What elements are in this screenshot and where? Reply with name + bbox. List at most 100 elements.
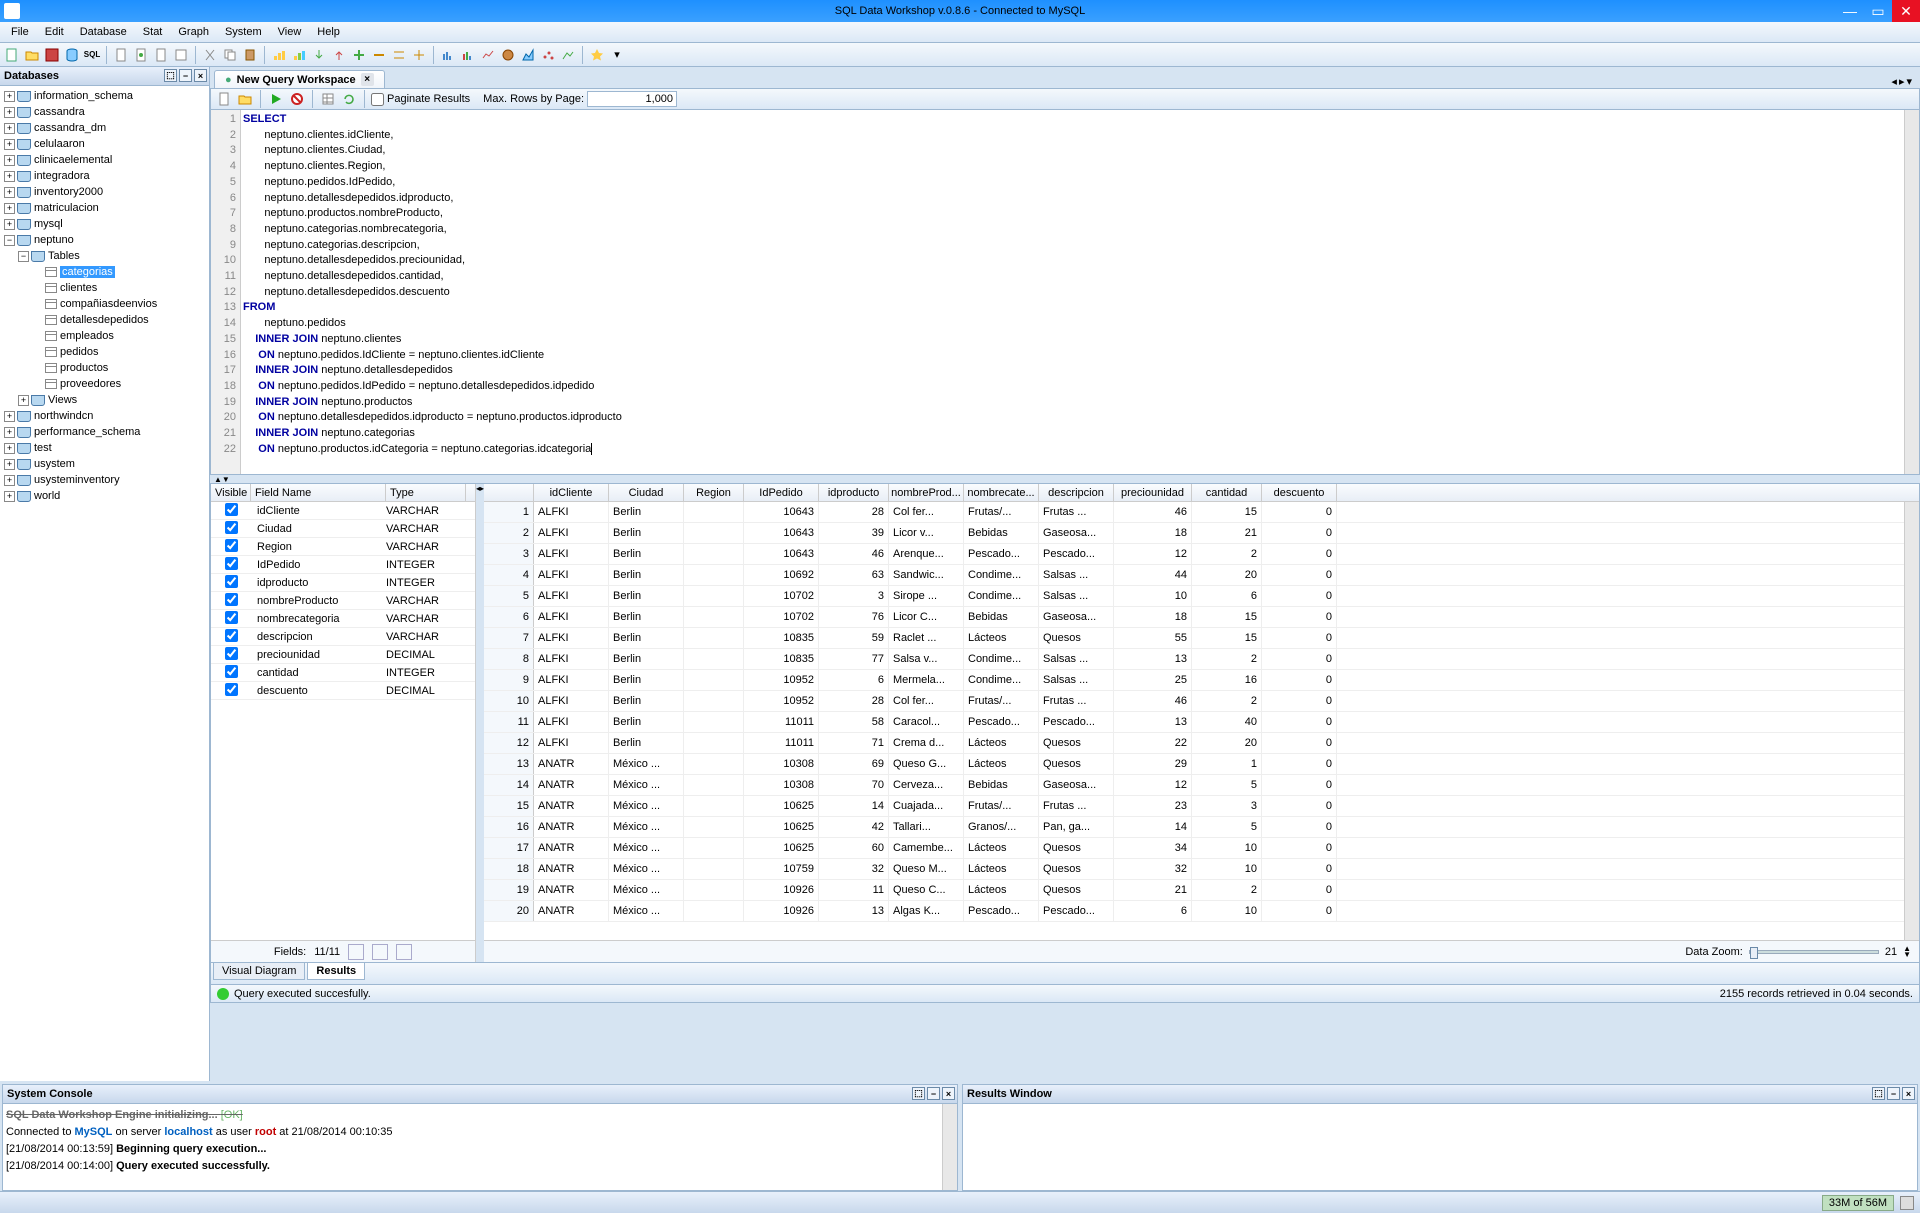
g2-icon[interactable] [459,46,477,64]
grid-col-header[interactable]: IdPedido [744,484,819,501]
vertical-splitter[interactable]: ◂▸ [476,484,484,962]
tab-visual-diagram[interactable]: Visual Diagram [213,963,305,980]
qtb-doc-icon[interactable] [215,90,233,108]
field-row[interactable]: CiudadVARCHAR [211,520,475,538]
field-row[interactable]: IdPedidoINTEGER [211,556,475,574]
fields-rows[interactable]: idClienteVARCHARCiudadVARCHARRegionVARCH… [211,502,475,940]
g1-icon[interactable] [439,46,457,64]
star-icon[interactable] [588,46,606,64]
grid-row[interactable]: 4ALFKIBerlin1069263Sandwic...Condime...S… [484,565,1919,586]
grid-row[interactable]: 13ANATRMéxico ...1030869Queso G...Lácteo… [484,754,1919,775]
s3-icon[interactable] [410,46,428,64]
grid-row[interactable]: 1ALFKIBerlin1064328Col fer...Frutas/...F… [484,502,1919,523]
stop-button[interactable] [288,90,306,108]
sql-editor[interactable]: 12345678910111213141516171819202122 SELE… [210,110,1920,475]
tree-node[interactable]: +usystem [0,456,209,472]
fields-view2-icon[interactable] [372,944,388,960]
grid-row[interactable]: 20ANATRMéxico ...1092613Algas K...Pescad… [484,901,1919,922]
qtb-grid-icon[interactable] [319,90,337,108]
tree-node[interactable]: empleados [0,328,209,344]
gc-icon[interactable] [1900,1196,1914,1210]
paste-icon[interactable] [241,46,259,64]
grid-body[interactable]: 1ALFKIBerlin1064328Col fer...Frutas/...F… [484,502,1919,940]
field-visible-checkbox[interactable] [225,611,238,624]
tree-node[interactable]: +inventory2000 [0,184,209,200]
grid-row[interactable]: 10ALFKIBerlin1095228Col fer...Frutas/...… [484,691,1919,712]
menu-view[interactable]: View [270,24,310,40]
doc1-icon[interactable] [112,46,130,64]
new-icon[interactable] [3,46,21,64]
field-visible-checkbox[interactable] [225,593,238,606]
paginate-checkbox[interactable] [371,93,384,106]
pane-pin-icon[interactable]: ⬚ [164,69,177,82]
menu-database[interactable]: Database [72,24,135,40]
zoom-spinner[interactable]: ▲▼ [1903,946,1911,958]
tree-node[interactable]: pedidos [0,344,209,360]
field-row[interactable]: nombrecategoriaVARCHAR [211,610,475,628]
db-icon[interactable] [63,46,81,64]
tree-node[interactable]: +performance_schema [0,424,209,440]
tab-nav-prev-icon[interactable]: ◂ [1891,75,1897,88]
field-row[interactable]: cantidadINTEGER [211,664,475,682]
results-min-icon[interactable]: − [1887,1087,1900,1100]
zoom-slider[interactable] [1749,950,1879,954]
grid-row[interactable]: 5ALFKIBerlin107023Sirope ...Condime...Sa… [484,586,1919,607]
tree-node[interactable]: +integradora [0,168,209,184]
tree-node[interactable]: +Views [0,392,209,408]
tab-new-query[interactable]: ● New Query Workspace × [214,70,385,88]
open-icon[interactable] [23,46,41,64]
g7-icon[interactable] [559,46,577,64]
grid-col-header[interactable]: cantidad [1192,484,1262,501]
field-visible-checkbox[interactable] [225,665,238,678]
g3-icon[interactable] [479,46,497,64]
chart2-icon[interactable] [290,46,308,64]
tree-node[interactable]: −Tables [0,248,209,264]
tree-node[interactable]: +clinicaelemental [0,152,209,168]
field-visible-checkbox[interactable] [225,683,238,696]
tab-results[interactable]: Results [307,963,365,980]
pane-min-icon[interactable]: − [179,69,192,82]
g6-icon[interactable] [539,46,557,64]
field-visible-checkbox[interactable] [225,503,238,516]
maxrows-input[interactable] [587,91,677,107]
tree-node[interactable]: +cassandra [0,104,209,120]
cut-icon[interactable] [201,46,219,64]
maximize-button[interactable]: ▭ [1864,0,1892,22]
console-output[interactable]: SQL Data Workshop Engine initializing...… [3,1104,957,1190]
tree-node[interactable]: +northwindcn [0,408,209,424]
grid-col-header[interactable]: descuento [1262,484,1337,501]
grid-col-header[interactable]: descripcion [1039,484,1114,501]
tree-node[interactable]: +world [0,488,209,504]
tree-node[interactable]: +information_schema [0,88,209,104]
field-row[interactable]: RegionVARCHAR [211,538,475,556]
results-pin-icon[interactable]: ⬚ [1872,1087,1885,1100]
minimize-button[interactable]: — [1836,0,1864,22]
grid-row[interactable]: 8ALFKIBerlin1083577Salsa v...Condime...S… [484,649,1919,670]
grid-row[interactable]: 14ANATRMéxico ...1030870Cerveza...Bebida… [484,775,1919,796]
console-min-icon[interactable]: − [927,1087,940,1100]
field-row[interactable]: idClienteVARCHAR [211,502,475,520]
fields-view3-icon[interactable] [396,944,412,960]
menu-help[interactable]: Help [309,24,348,40]
run-button[interactable] [267,90,285,108]
tree-node[interactable]: +test [0,440,209,456]
grid-row[interactable]: 11ALFKIBerlin1101158Caracol...Pescado...… [484,712,1919,733]
qtb-open-icon[interactable] [236,90,254,108]
editor-scrollbar[interactable] [1904,110,1919,474]
chart1-icon[interactable] [270,46,288,64]
s1-icon[interactable] [370,46,388,64]
more-icon[interactable]: ▾ [608,46,626,64]
s2-icon[interactable] [390,46,408,64]
grid-scrollbar[interactable] [1904,502,1919,940]
field-visible-checkbox[interactable] [225,575,238,588]
fields-hdr-name[interactable]: Field Name [251,484,386,501]
console-close-icon[interactable]: × [942,1087,955,1100]
grid-row[interactable]: 18ANATRMéxico ...1075932Queso M...Lácteo… [484,859,1919,880]
grid-col-header[interactable]: Region [684,484,744,501]
menu-graph[interactable]: Graph [170,24,217,40]
grid-row[interactable]: 19ANATRMéxico ...1092611Queso C...Lácteo… [484,880,1919,901]
field-visible-checkbox[interactable] [225,629,238,642]
tab-close-icon[interactable]: × [361,73,374,86]
grid-col-header[interactable]: Ciudad [609,484,684,501]
menu-stat[interactable]: Stat [135,24,171,40]
